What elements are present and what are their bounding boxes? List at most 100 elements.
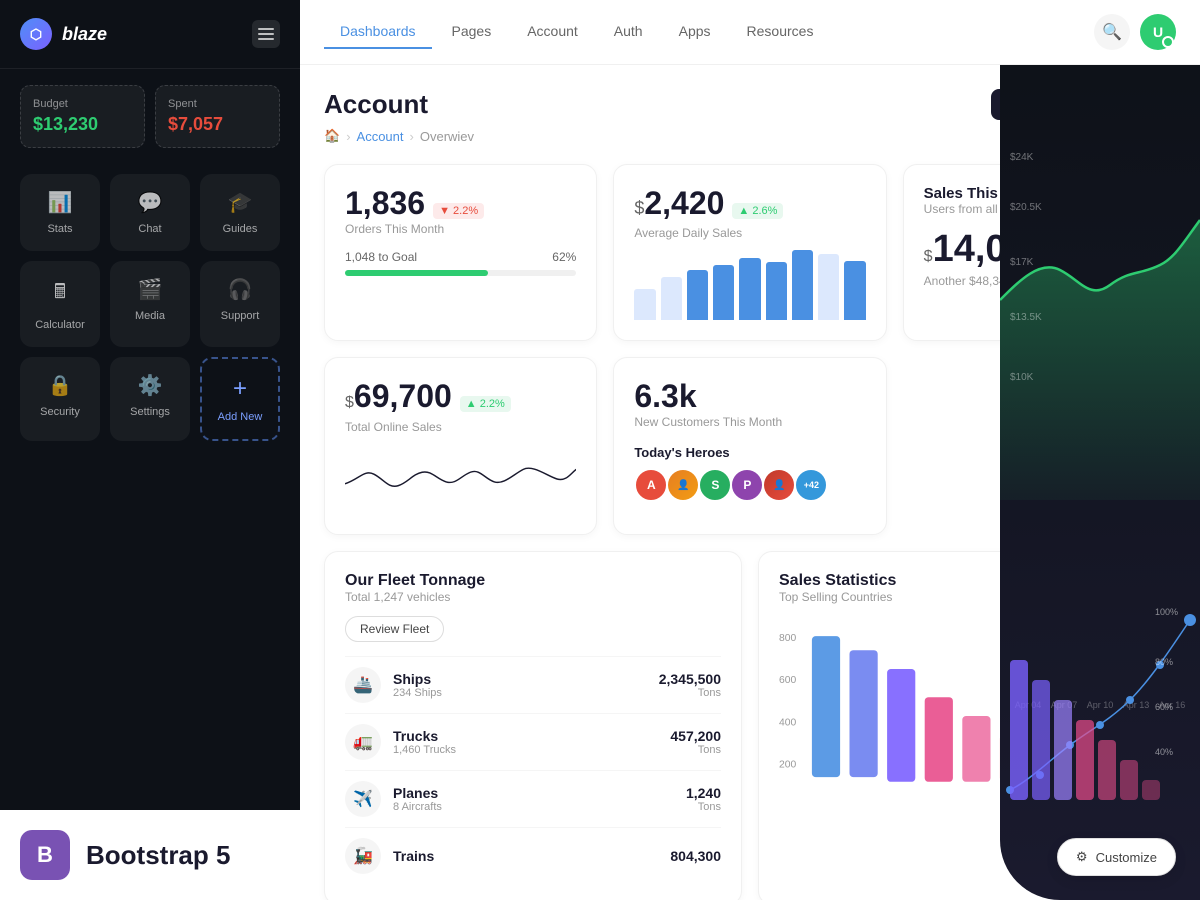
bootstrap-icon: B xyxy=(20,830,70,880)
online-sales-card: $ 69,700 ▲ 2.2% Total Online Sales xyxy=(324,357,597,535)
top-nav-right: 🔍 U xyxy=(1094,14,1176,50)
orders-badge: ▼ 2.2% xyxy=(433,203,484,219)
customers-label: New Customers This Month xyxy=(634,415,865,429)
fleet-sub: Total 1,247 vehicles xyxy=(345,590,721,604)
progress-pct: 62% xyxy=(552,250,576,264)
svg-text:$13.5K: $13.5K xyxy=(1010,312,1042,323)
online-badge: ▲ 2.2% xyxy=(460,396,511,412)
bar-9 xyxy=(844,261,865,321)
sidebar-item-chat[interactable]: 💬 Chat xyxy=(110,174,190,251)
fleet-item-planes: ✈️ Planes 8 Aircrafts 1,240 Tons xyxy=(345,770,721,827)
svg-text:$20.5K: $20.5K xyxy=(1010,202,1042,213)
hero-avatar-2: 👤 xyxy=(666,468,700,502)
sales-dollar: $ xyxy=(924,239,933,274)
budget-card: Budget $13,230 xyxy=(20,85,145,148)
guides-icon: 🎓 xyxy=(228,190,253,215)
sidebar-item-guides[interactable]: 🎓 Guides xyxy=(200,174,280,251)
sidebar-item-settings[interactable]: ⚙️ Settings xyxy=(110,357,190,441)
nav-link-pages[interactable]: Pages xyxy=(436,15,508,49)
security-icon: 🔒 xyxy=(48,373,73,398)
sidebar-item-security[interactable]: 🔒 Security xyxy=(20,357,100,441)
sidebar-header: ⬡ blaze xyxy=(0,0,300,69)
svg-text:100%: 100% xyxy=(1155,607,1178,617)
wavy-chart xyxy=(345,444,576,514)
orders-label: Orders This Month xyxy=(345,222,576,236)
ships-value: 2,345,500 xyxy=(659,671,721,687)
nav-link-account[interactable]: Account xyxy=(511,15,594,49)
orders-value: 1,836 xyxy=(345,185,425,222)
spent-label: Spent xyxy=(168,98,267,110)
sidebar-item-stats[interactable]: 📊 Stats xyxy=(20,174,100,251)
spent-card: Spent $7,057 xyxy=(155,85,280,148)
bootstrap-label: Bootstrap 5 xyxy=(86,840,230,871)
fleet-item-trains: 🚂 Trains 804,300 xyxy=(345,827,721,884)
nav-grid: 📊 Stats 💬 Chat 🎓 Guides 🖩 Calculator 🎬 M… xyxy=(0,164,300,451)
online-dollar: $ xyxy=(345,385,354,420)
breadcrumb-home: 🏠 xyxy=(324,128,340,144)
trucks-name: Trucks xyxy=(393,728,456,744)
bar-4 xyxy=(713,265,734,320)
nav-link-auth[interactable]: Auth xyxy=(598,15,659,49)
nav-link-resources[interactable]: Resources xyxy=(731,15,830,49)
chat-label: Chat xyxy=(138,223,161,235)
main-wrapper: $24K $20.5K $17K $13.5K $10K Apr 04 Apr … xyxy=(300,0,1200,900)
dark-overlay: $24K $20.5K $17K $13.5K $10K Apr 04 Apr … xyxy=(1000,0,1200,900)
budget-label: Budget xyxy=(33,98,132,110)
bar-1 xyxy=(634,289,655,320)
daily-dollar: $ xyxy=(634,190,644,226)
daily-badge: ▲ 2.6% xyxy=(732,203,783,219)
sidebar-item-support[interactable]: 🎧 Support xyxy=(200,261,280,347)
sidebar-item-media[interactable]: 🎬 Media xyxy=(110,261,190,347)
sidebar-item-calculator[interactable]: 🖩 Calculator xyxy=(20,261,100,347)
svg-text:$24K: $24K xyxy=(1010,152,1034,163)
nav-link-apps[interactable]: Apps xyxy=(663,15,727,49)
online-value: 69,700 xyxy=(354,378,452,415)
wavy-svg xyxy=(345,444,576,514)
nav-link-dashboards[interactable]: Dashboards xyxy=(324,15,432,49)
support-label: Support xyxy=(221,310,260,322)
hero-avatar-5: 👤 xyxy=(762,468,796,502)
breadcrumb-account[interactable]: Account xyxy=(357,129,404,144)
media-icon: 🎬 xyxy=(138,277,163,302)
stats-label: Stats xyxy=(47,223,72,235)
customize-icon: ⚙ xyxy=(1076,849,1088,865)
bar-overlay-chart xyxy=(1010,640,1170,840)
top-navigation: Dashboards Pages Account Auth Apps Resou… xyxy=(300,0,1200,65)
sidebar-menu-button[interactable] xyxy=(252,20,280,48)
svg-text:200: 200 xyxy=(779,760,796,771)
daily-label: Average Daily Sales xyxy=(634,226,865,240)
fleet-card: Our Fleet Tonnage Total 1,247 vehicles R… xyxy=(324,551,742,900)
customers-value: 6.3k xyxy=(634,378,865,415)
ships-icon: 🚢 xyxy=(345,667,381,703)
support-icon: 🎧 xyxy=(228,277,253,302)
heroes-section: Today's Heroes A 👤 S P 👤 +42 xyxy=(634,445,865,502)
hero-avatar-1: A xyxy=(634,468,668,502)
user-avatar[interactable]: U xyxy=(1140,14,1176,50)
bar-3 xyxy=(687,270,708,320)
new-customers-card: 6.3k New Customers This Month Today's He… xyxy=(613,357,886,535)
fleet-item-ships: 🚢 Ships 234 Ships 2,345,500 Tons xyxy=(345,656,721,713)
svg-text:400: 400 xyxy=(779,718,796,729)
svg-text:$10K: $10K xyxy=(1010,372,1034,383)
calculator-icon: 🖩 xyxy=(54,277,66,311)
settings-icon: ⚙️ xyxy=(138,373,163,398)
planes-value: 1,240 xyxy=(686,785,721,801)
bar-5 xyxy=(739,258,760,320)
search-button[interactable]: 🔍 xyxy=(1094,14,1130,50)
planes-unit: Tons xyxy=(686,801,721,813)
svg-text:$17K: $17K xyxy=(1010,257,1034,268)
logo-text: blaze xyxy=(62,24,107,45)
review-fleet-button[interactable]: Review Fleet xyxy=(345,616,444,642)
online-label: Total Online Sales xyxy=(345,420,576,434)
customize-button[interactable]: ⚙ Customize xyxy=(1057,838,1176,876)
sidebar-item-add-new[interactable]: + Add New xyxy=(200,357,280,441)
sales-overlay-chart: $24K $20.5K $17K $13.5K $10K xyxy=(1000,100,1200,500)
logo-icon: ⬡ xyxy=(20,18,52,50)
bar-7 xyxy=(792,250,813,320)
trains-name: Trains xyxy=(393,848,434,864)
heroes-label: Today's Heroes xyxy=(634,445,865,460)
security-label: Security xyxy=(40,406,80,418)
ships-name: Ships xyxy=(393,671,442,687)
bar-2 xyxy=(661,277,682,320)
bar-8 xyxy=(818,254,839,320)
